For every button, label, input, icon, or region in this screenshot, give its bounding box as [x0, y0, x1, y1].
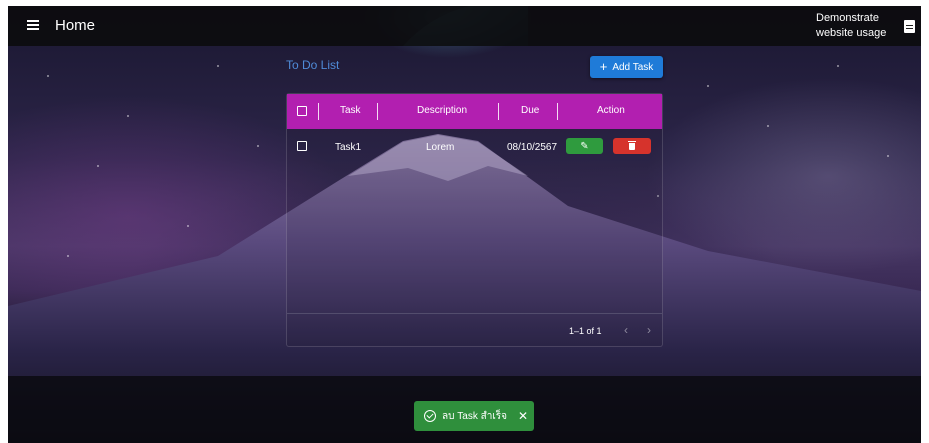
- add-task-button[interactable]: + Add Task: [590, 56, 663, 78]
- check-circle-icon: [424, 410, 436, 422]
- pencil-icon: ✎: [580, 140, 589, 152]
- table-header: Task Description Due Action: [287, 94, 662, 129]
- close-icon[interactable]: ✕: [518, 409, 528, 423]
- header-divider: [557, 103, 558, 120]
- snackbar-message: ลบ Task สำเร็จ: [442, 410, 507, 422]
- chevron-left-icon[interactable]: ‹: [624, 323, 628, 337]
- header-due: Due: [521, 105, 540, 116]
- add-task-label: Add Task: [612, 61, 654, 73]
- delete-button[interactable]: [613, 138, 651, 154]
- header-task: Task: [340, 105, 361, 116]
- document-icon[interactable]: [904, 20, 915, 33]
- pagination-range: 1–1 of 1: [569, 326, 602, 336]
- task-name: Task1: [335, 142, 362, 153]
- header-description: Description: [417, 105, 468, 116]
- page-title: To Do List: [286, 58, 340, 72]
- edit-button[interactable]: ✎: [566, 138, 603, 154]
- table-row: Task1 Lorem 08/10/2567 ✎: [287, 132, 662, 162]
- task-description: Lorem: [426, 142, 455, 153]
- trash-icon: [628, 140, 636, 150]
- app-title: Home: [55, 17, 96, 34]
- select-all-checkbox[interactable]: [297, 106, 307, 116]
- hamburger-menu-icon[interactable]: [27, 20, 39, 30]
- header-divider: [498, 103, 499, 120]
- row-checkbox[interactable]: [297, 141, 307, 151]
- task-table: Task Description Due Action Task1 Lorem …: [286, 93, 663, 347]
- success-snackbar: ลบ Task สำเร็จ ✕: [414, 401, 534, 431]
- task-due: 08/10/2567: [507, 142, 558, 153]
- demonstrate-link[interactable]: Demonstrate website usage: [816, 11, 896, 41]
- app-bar: Home Demonstrate website usage: [8, 6, 921, 46]
- header-action: Action: [597, 105, 625, 116]
- plus-icon: +: [599, 59, 608, 74]
- header-divider: [377, 103, 378, 120]
- header-divider: [318, 103, 319, 120]
- chevron-right-icon[interactable]: ›: [647, 323, 651, 337]
- table-pagination: 1–1 of 1 ‹ ›: [287, 313, 662, 347]
